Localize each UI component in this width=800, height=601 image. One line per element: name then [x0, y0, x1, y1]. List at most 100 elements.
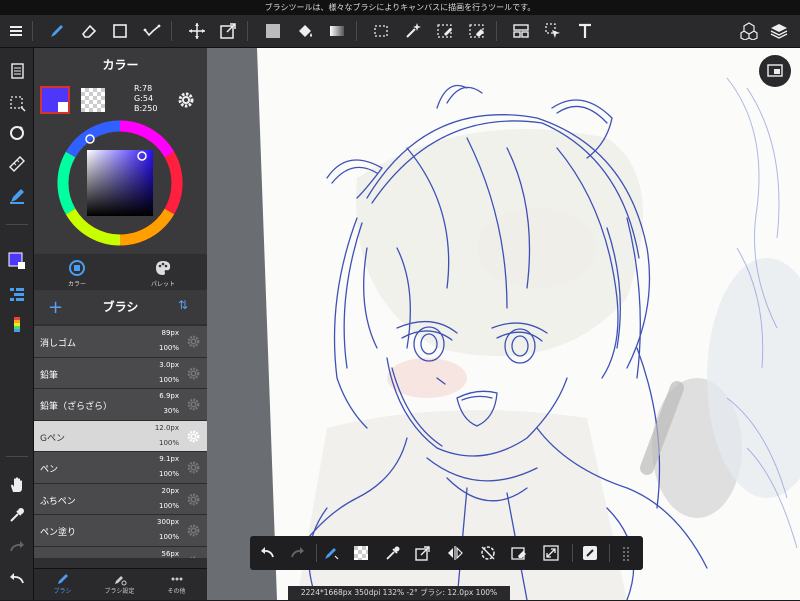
brush-row[interactable]: 水彩 56px — [34, 546, 207, 559]
redo-icon[interactable] — [4, 534, 30, 560]
menu-icon[interactable] — [3, 19, 29, 43]
correction-icon[interactable] — [139, 19, 165, 43]
brush-row[interactable]: 消しゴム 89px 100% — [34, 326, 207, 358]
brush-row[interactable]: 鉛筆 3.0px 100% — [34, 357, 207, 389]
drawing-canvas[interactable] — [207, 48, 800, 600]
transform-icon[interactable] — [215, 19, 241, 43]
brush-gear-icon[interactable] — [186, 334, 201, 349]
brush-gear-icon[interactable] — [186, 397, 201, 412]
canvas-status: 2224*1668px 350dpi 132% -2° ブラシ: 12.0px … — [288, 586, 510, 600]
brush-row[interactable]: Gペン 12.0px 100% — [34, 420, 207, 452]
snap-pen-icon[interactable] — [4, 183, 30, 209]
brush-gear-icon[interactable] — [186, 429, 201, 444]
brush-gear-icon[interactable] — [186, 523, 201, 538]
brush-name: ペン塗り — [40, 528, 77, 538]
float-transform-icon[interactable] — [412, 542, 434, 564]
float-redo-icon[interactable] — [287, 542, 309, 564]
eyedropper-icon[interactable] — [4, 502, 30, 528]
float-handle-icon[interactable] — [616, 542, 638, 564]
brush-row[interactable]: ふちペン 20px 100% — [34, 483, 207, 515]
brush-opacity: 100% — [158, 533, 179, 541]
brush-row[interactable]: 鉛筆（ざらざら） 6.9px 30% — [34, 389, 207, 421]
rainbow-brush-icon[interactable] — [4, 312, 30, 338]
panel-layout-icon[interactable] — [508, 19, 534, 43]
magic-wand-icon[interactable] — [400, 19, 426, 43]
brush-gear-icon[interactable] — [186, 460, 201, 475]
brush-opacity: 30% — [163, 407, 179, 415]
rotate-icon[interactable] — [4, 120, 30, 146]
undo-icon[interactable] — [4, 566, 30, 592]
tab-palette[interactable]: パレット — [120, 254, 206, 294]
brush-opacity: 100% — [158, 344, 179, 352]
fill-color-icon[interactable] — [260, 19, 286, 43]
brush-gear-icon[interactable] — [186, 555, 201, 559]
text-icon[interactable] — [572, 19, 598, 43]
tab-brush-settings-label: ブラシ設定 — [104, 588, 135, 595]
tab-color-label: カラー — [67, 281, 86, 288]
cursor-icon[interactable] — [540, 19, 566, 43]
float-fullscreen-icon[interactable] — [540, 542, 562, 564]
brush-gear-icon[interactable] — [186, 492, 201, 507]
tab-other-label: その他 — [167, 588, 186, 595]
brush-gear-icon[interactable] — [186, 366, 201, 381]
float-eyedropper-icon[interactable] — [382, 542, 404, 564]
left-rail — [0, 48, 34, 600]
brush-name: 鉛筆 — [40, 370, 59, 381]
float-flip-icon[interactable] — [444, 542, 466, 564]
brush-panel: + ブラシ ⇅ 消しゴム 89px 100% 鉛筆 3.0px 100% 鉛筆（ざらざら） 6… — [34, 290, 207, 568]
color-settings-gear-icon[interactable] — [176, 90, 196, 110]
brush-tab-icon — [57, 574, 68, 584]
sort-icon[interactable]: ⇅ — [178, 298, 188, 312]
float-clear-icon[interactable] — [508, 542, 530, 564]
brush-name: 鉛筆（ざらざら） — [40, 402, 113, 412]
move-icon[interactable] — [184, 19, 210, 43]
brush-list: 消しゴム 89px 100% 鉛筆 3.0px 100% 鉛筆（ざらざら） 6.9px 30% G… — [34, 326, 207, 558]
color-wheel[interactable] — [34, 118, 207, 258]
bucket-icon[interactable] — [292, 19, 318, 43]
canvas-area[interactable] — [207, 48, 800, 600]
float-reference-icon[interactable] — [579, 542, 601, 564]
material-icon[interactable] — [736, 19, 762, 43]
tab-other[interactable]: その他 — [148, 569, 205, 601]
brush-size: 89px — [161, 329, 180, 337]
tab-brush-label: ブラシ — [53, 588, 72, 595]
layer-list-icon[interactable] — [4, 282, 30, 308]
float-rotate-icon[interactable] — [477, 542, 499, 564]
brush-size: 20px — [161, 486, 180, 495]
float-transparent-icon[interactable] — [350, 542, 372, 564]
hand-icon[interactable] — [4, 472, 30, 498]
float-brush-icon[interactable] — [320, 542, 342, 564]
brush-row[interactable]: ペン 9.1px 100% — [34, 452, 207, 484]
ruler-icon[interactable] — [4, 151, 30, 177]
select-rect-icon[interactable] — [368, 19, 394, 43]
tool-hint-bar: ブラシツールは、様々なブラシによりキャンバスに描画を行うツールです。 — [0, 0, 800, 15]
color-swatch-icon[interactable] — [4, 248, 30, 274]
more-icon — [171, 577, 182, 581]
select-eraser-icon[interactable] — [464, 19, 490, 43]
tab-brush[interactable]: ブラシ — [34, 569, 91, 601]
layers-icon[interactable] — [766, 19, 792, 43]
select-pen-icon[interactable] — [432, 19, 458, 43]
top-toolbar — [0, 15, 800, 48]
brush-name: Gペン — [40, 433, 65, 444]
tab-palette-label: パレット — [150, 281, 175, 288]
color-tabs: カラー パレット — [34, 254, 207, 294]
shape-icon[interactable] — [107, 19, 133, 43]
brush-name: ふちペン — [40, 496, 76, 507]
selection-icon[interactable] — [4, 90, 30, 116]
eraser-icon[interactable] — [76, 19, 102, 43]
page-icon[interactable] — [4, 58, 30, 84]
transparent-swatch[interactable] — [81, 88, 105, 112]
float-undo-icon[interactable] — [256, 542, 278, 564]
brush-size: 56px — [161, 549, 180, 558]
tab-brush-settings[interactable]: ブラシ設定 — [91, 569, 148, 601]
color-panel-title: カラー — [102, 58, 139, 72]
brush-icon[interactable] — [44, 19, 70, 43]
gradation-icon[interactable] — [324, 19, 350, 43]
navigator-icon — [767, 64, 783, 77]
tab-color[interactable]: カラー — [34, 254, 120, 294]
navigator-button[interactable] — [759, 55, 791, 87]
brush-row[interactable]: ペン塗り 300px 100% — [34, 515, 207, 547]
rgb-b: B:250 — [134, 104, 158, 113]
main-color-swatch[interactable] — [40, 86, 70, 114]
